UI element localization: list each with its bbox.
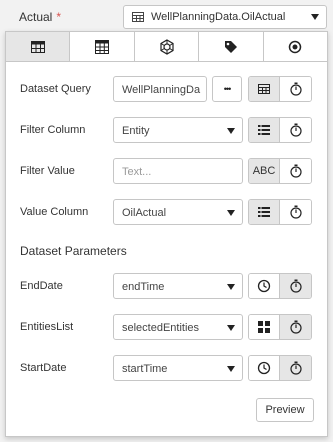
preview-button[interactable]: Preview — [256, 398, 314, 422]
stopwatch-mode-button[interactable] — [280, 77, 311, 101]
param-value: startTime — [122, 363, 168, 375]
list-mode-button[interactable] — [249, 200, 280, 224]
dataset-config-panel: Dataset Query WellPlanningDa ••• Filter … — [5, 31, 328, 437]
clock-icon — [257, 279, 271, 293]
param-entitieslist-select[interactable]: selectedEntities — [113, 314, 243, 340]
stopwatch-icon — [289, 361, 302, 375]
stopwatch-icon — [289, 320, 302, 334]
panel-tabs — [6, 32, 328, 62]
stopwatch-icon — [289, 205, 302, 219]
dataset-query-more-button[interactable]: ••• — [212, 76, 242, 102]
chevron-down-icon — [227, 366, 235, 372]
filter-value-label: Filter Value — [20, 165, 75, 177]
actual-select[interactable]: WellPlanningData.OilActual — [123, 5, 327, 29]
dataset-query-value: WellPlanningDa — [122, 84, 201, 96]
filter-value-input[interactable]: Text... — [113, 158, 243, 184]
filter-column-select[interactable]: Entity — [113, 117, 243, 143]
list-icon — [258, 207, 270, 217]
stopwatch-mode-button[interactable] — [280, 356, 311, 380]
tab-network[interactable] — [134, 32, 200, 61]
stopwatch-icon — [289, 279, 302, 293]
tab-tag[interactable] — [199, 32, 264, 61]
clock-icon — [257, 361, 271, 375]
list-mode-button[interactable] — [249, 118, 280, 142]
stopwatch-mode-button[interactable] — [280, 274, 311, 298]
stopwatch-icon — [289, 82, 302, 96]
text-mode-button[interactable]: ABC — [249, 159, 280, 183]
chevron-down-icon — [311, 14, 319, 20]
network-icon — [159, 38, 174, 55]
calculator-icon — [95, 39, 110, 54]
filter-value-placeholder: Text... — [122, 166, 152, 178]
param-value: selectedEntities — [122, 322, 200, 334]
actual-label: Actual * — [19, 10, 62, 24]
param-label: EntitiesList — [20, 321, 74, 333]
actual-field-row: Actual * WellPlanningData.OilActual — [0, 0, 333, 33]
clock-mode-button[interactable] — [249, 274, 280, 298]
stopwatch-mode-button[interactable] — [280, 118, 311, 142]
tab-radio[interactable] — [263, 32, 328, 61]
tag-icon — [224, 40, 237, 53]
grid-icon — [258, 321, 270, 333]
required-mark: * — [56, 10, 62, 24]
param-enddate-select[interactable]: endTime — [113, 273, 243, 299]
value-column-label: Value Column — [20, 206, 89, 218]
stopwatch-mode-button[interactable] — [280, 159, 311, 183]
dataset-parameters-title: Dataset Parameters — [20, 244, 127, 258]
table-icon — [258, 84, 270, 94]
stopwatch-icon — [289, 123, 302, 137]
chevron-down-icon — [227, 210, 235, 216]
param-startdate-mode-group — [248, 355, 312, 381]
grid-mode-button[interactable] — [249, 315, 280, 339]
value-column-value: OilActual — [122, 207, 167, 219]
stopwatch-mode-button[interactable] — [280, 200, 311, 224]
more-icon: ••• — [223, 84, 232, 94]
chevron-down-icon — [227, 284, 235, 290]
radio-icon — [289, 40, 302, 53]
param-startdate-select[interactable]: startTime — [113, 355, 243, 381]
param-value: endTime — [122, 281, 165, 293]
param-enddate-mode-group — [248, 273, 312, 299]
dataset-query-mode-group — [248, 76, 312, 102]
table-icon — [132, 12, 144, 22]
dataset-query-label: Dataset Query — [20, 83, 91, 95]
filter-column-value: Entity — [122, 125, 150, 137]
value-column-mode-group — [248, 199, 312, 225]
stopwatch-icon — [289, 164, 302, 178]
table-mode-button[interactable] — [249, 77, 280, 101]
chevron-down-icon — [227, 325, 235, 331]
list-icon — [258, 125, 270, 135]
dataset-query-field[interactable]: WellPlanningDa — [113, 76, 207, 102]
param-entitieslist-mode-group — [248, 314, 312, 340]
filter-column-label: Filter Column — [20, 124, 86, 136]
stopwatch-mode-button[interactable] — [280, 315, 311, 339]
tab-dataset[interactable] — [6, 32, 71, 61]
param-label: EndDate — [20, 280, 63, 292]
param-label: StartDate — [20, 362, 67, 374]
value-column-select[interactable]: OilActual — [113, 199, 243, 225]
tab-calculator[interactable] — [70, 32, 135, 61]
clock-mode-button[interactable] — [249, 356, 280, 380]
table-icon — [30, 40, 45, 53]
chevron-down-icon — [227, 128, 235, 134]
filter-value-mode-group: ABC — [248, 158, 312, 184]
filter-column-mode-group — [248, 117, 312, 143]
actual-select-value: WellPlanningData.OilActual — [151, 11, 286, 23]
